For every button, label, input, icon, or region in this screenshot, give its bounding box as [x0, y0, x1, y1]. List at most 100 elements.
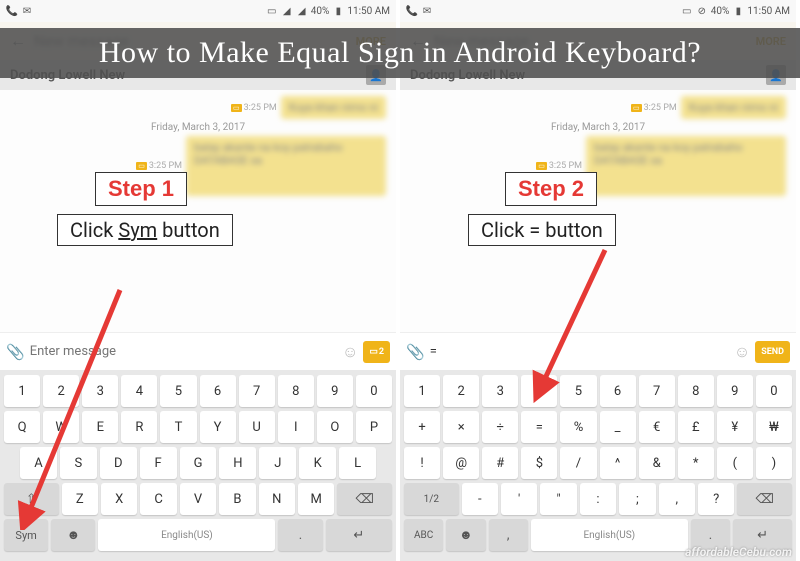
- key-0[interactable]: 0: [356, 375, 392, 407]
- battery-text: 40%: [311, 6, 330, 17]
- key-Y[interactable]: Y: [200, 411, 236, 443]
- key-L[interactable]: L: [339, 447, 376, 479]
- period-key[interactable]: .: [278, 519, 322, 551]
- msg-bubble[interactable]: balay akante na koy patrabaho DATABASE s…: [186, 136, 386, 196]
- key-×[interactable]: ×: [443, 411, 479, 443]
- key-U[interactable]: U: [239, 411, 275, 443]
- key-W[interactable]: W: [43, 411, 79, 443]
- key-=[interactable]: =: [521, 411, 557, 443]
- key-&[interactable]: &: [639, 447, 675, 479]
- key-7[interactable]: 7: [239, 375, 275, 407]
- key-6[interactable]: 6: [600, 375, 636, 407]
- key-3[interactable]: 3: [482, 375, 518, 407]
- emoji-icon[interactable]: ☺: [734, 342, 750, 362]
- key-C[interactable]: C: [140, 483, 176, 515]
- send-button[interactable]: ▭2: [363, 341, 390, 363]
- key-Z[interactable]: Z: [62, 483, 98, 515]
- attach-icon[interactable]: 📎: [6, 343, 25, 361]
- key-X[interactable]: X: [101, 483, 137, 515]
- key-O[interactable]: O: [317, 411, 353, 443]
- key-F[interactable]: F: [140, 447, 177, 479]
- key-_[interactable]: _: [600, 411, 636, 443]
- key-B[interactable]: B: [219, 483, 255, 515]
- key-7[interactable]: 7: [639, 375, 675, 407]
- key--[interactable]: -: [462, 483, 498, 515]
- key-%[interactable]: %: [560, 411, 596, 443]
- comma-key[interactable]: ,: [489, 519, 528, 551]
- key-1[interactable]: 1: [4, 375, 40, 407]
- key-1[interactable]: 1: [404, 375, 440, 407]
- key-"[interactable]: ": [540, 483, 576, 515]
- msg-bubble[interactable]: Kuya khan nimo ni: [681, 96, 786, 119]
- key-+[interactable]: +: [404, 411, 440, 443]
- key-J[interactable]: J: [259, 447, 296, 479]
- key-4[interactable]: 4: [521, 375, 557, 407]
- message-input[interactable]: [30, 344, 337, 359]
- enter-key[interactable]: ↵: [326, 519, 392, 551]
- attach-icon[interactable]: 📎: [406, 343, 425, 361]
- key-₩[interactable]: ₩: [756, 411, 792, 443]
- emoji-key[interactable]: ☻: [446, 519, 485, 551]
- key-2[interactable]: 2: [443, 375, 479, 407]
- backspace-key[interactable]: ⌫: [337, 483, 392, 515]
- key-8[interactable]: 8: [678, 375, 714, 407]
- key-9[interactable]: 9: [317, 375, 353, 407]
- key-$[interactable]: $: [521, 447, 557, 479]
- key-P[interactable]: P: [356, 411, 392, 443]
- step1-label: Step 1: [108, 176, 174, 201]
- key-;[interactable]: ;: [619, 483, 655, 515]
- message-input[interactable]: [430, 344, 729, 359]
- space-key[interactable]: English(US): [98, 519, 275, 551]
- shift-key[interactable]: ⇧: [4, 483, 59, 515]
- key-![interactable]: !: [404, 447, 440, 479]
- msg-bubble[interactable]: Kuya khan nimo ni: [281, 96, 386, 119]
- sym-key[interactable]: Sym: [4, 519, 48, 551]
- key-E[interactable]: E: [82, 411, 118, 443]
- abc-key[interactable]: ABC: [404, 519, 443, 551]
- key-,[interactable]: ,: [659, 483, 695, 515]
- key-4[interactable]: 4: [121, 375, 157, 407]
- key-¥[interactable]: ¥: [717, 411, 753, 443]
- key-5[interactable]: 5: [560, 375, 596, 407]
- key-V[interactable]: V: [180, 483, 216, 515]
- key-#[interactable]: #: [482, 447, 518, 479]
- key-N[interactable]: N: [259, 483, 295, 515]
- emoji-key[interactable]: ☻: [51, 519, 95, 551]
- key-G[interactable]: G: [180, 447, 217, 479]
- key-A[interactable]: A: [20, 447, 57, 479]
- key-?[interactable]: ?: [698, 483, 734, 515]
- key-M[interactable]: M: [298, 483, 334, 515]
- key-÷[interactable]: ÷: [482, 411, 518, 443]
- key-€[interactable]: €: [639, 411, 675, 443]
- key-0[interactable]: 0: [756, 375, 792, 407]
- key-:[interactable]: :: [580, 483, 616, 515]
- key-)[interactable]: ): [756, 447, 792, 479]
- key-I[interactable]: I: [278, 411, 314, 443]
- key-([interactable]: (: [717, 447, 753, 479]
- key-5[interactable]: 5: [160, 375, 196, 407]
- key-R[interactable]: R: [121, 411, 157, 443]
- emoji-icon[interactable]: ☺: [342, 342, 358, 362]
- key-9[interactable]: 9: [717, 375, 753, 407]
- key-'[interactable]: ': [501, 483, 537, 515]
- key-*[interactable]: *: [678, 447, 714, 479]
- key-D[interactable]: D: [100, 447, 137, 479]
- key-^[interactable]: ^: [600, 447, 636, 479]
- backspace-key[interactable]: ⌫: [737, 483, 792, 515]
- key-T[interactable]: T: [160, 411, 196, 443]
- key-8[interactable]: 8: [278, 375, 314, 407]
- key-Q[interactable]: Q: [4, 411, 40, 443]
- key-@[interactable]: @: [443, 447, 479, 479]
- key-2[interactable]: 2: [43, 375, 79, 407]
- key-3[interactable]: 3: [82, 375, 118, 407]
- space-key[interactable]: English(US): [531, 519, 688, 551]
- key-£[interactable]: £: [678, 411, 714, 443]
- key-K[interactable]: K: [299, 447, 336, 479]
- sym-page-key[interactable]: 1/2: [404, 483, 459, 515]
- msg-bubble[interactable]: balay akante na koy patrabaho DATABASE s…: [586, 136, 786, 196]
- key-/[interactable]: /: [560, 447, 596, 479]
- key-6[interactable]: 6: [200, 375, 236, 407]
- send-button[interactable]: SEND: [755, 341, 790, 363]
- key-H[interactable]: H: [219, 447, 256, 479]
- key-S[interactable]: S: [60, 447, 97, 479]
